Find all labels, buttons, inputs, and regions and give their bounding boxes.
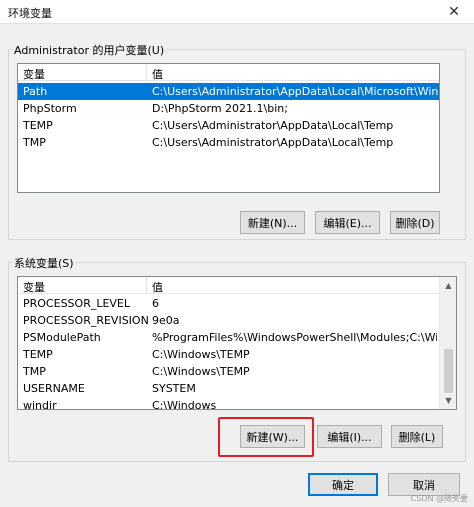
var-value: C:\Users\Administrator\AppData\Local\Tem… [152, 136, 394, 149]
system-vars-label: 系统变量(S) [12, 255, 76, 271]
ok-button[interactable]: 确定 [308, 473, 378, 496]
var-value: 9e0a [152, 314, 180, 327]
system-var-row-windir[interactable]: windir C:\Windows [18, 397, 456, 410]
system-delete-button[interactable]: 删除(L) [391, 425, 443, 448]
var-value: %ProgramFiles%\WindowsPowerShell\Modules… [152, 331, 437, 344]
system-vars-header: 变量 值 [18, 277, 456, 294]
user-var-row-phpstorm[interactable]: PhpStorm D:\PhpStorm 2021.1\bin; [18, 100, 439, 117]
highlight-annotation [218, 417, 314, 457]
watermark: CSDN @随笑要 [410, 494, 468, 503]
system-var-row-processor-revision[interactable]: PROCESSOR_REVISION 9e0a [18, 312, 456, 329]
system-var-row-tmp[interactable]: TMP C:\Windows\TEMP [18, 363, 456, 380]
var-name: PhpStorm [23, 102, 77, 115]
user-vars-label: Administrator 的用户变量(U) [12, 42, 167, 58]
user-vars-header: 变量 值 [18, 64, 439, 81]
var-value: C:\Windows\TEMP [152, 365, 250, 378]
window-title: 环境变量 [8, 7, 52, 20]
column-separator[interactable] [146, 277, 147, 294]
user-var-row-path[interactable]: Path C:\Users\Administrator\AppData\Loca… [18, 83, 439, 100]
var-value: C:\Users\Administrator\AppData\Local\Mic… [152, 85, 438, 98]
title-bar: 环境变量 ✕ [0, 0, 474, 24]
user-delete-button[interactable]: 删除(D) [390, 211, 440, 234]
var-name: TEMP [23, 348, 53, 361]
var-value: D:\PhpStorm 2021.1\bin; [152, 102, 288, 115]
var-name: TEMP [23, 119, 53, 132]
var-value: C:\Windows [152, 399, 217, 410]
vertical-scrollbar[interactable]: ▲ ▼ [439, 277, 456, 409]
user-var-row-tmp[interactable]: TMP C:\Users\Administrator\AppData\Local… [18, 134, 439, 151]
var-value: 6 [152, 297, 159, 310]
scroll-up-icon[interactable]: ▲ [440, 277, 456, 294]
scroll-down-icon[interactable]: ▼ [440, 392, 456, 409]
system-var-row-username[interactable]: USERNAME SYSTEM [18, 380, 456, 397]
var-name: windir [23, 399, 57, 410]
user-vars-list[interactable]: 变量 值 Path C:\Users\Administrator\AppData… [17, 63, 440, 193]
column-header-name[interactable]: 变量 [23, 66, 45, 82]
close-icon[interactable]: ✕ [434, 0, 474, 24]
var-value: C:\Windows\TEMP [152, 348, 250, 361]
user-var-row-temp[interactable]: TEMP C:\Users\Administrator\AppData\Loca… [18, 117, 439, 134]
column-header-name[interactable]: 变量 [23, 279, 45, 295]
scrollbar-thumb[interactable] [444, 349, 453, 393]
var-name: PROCESSOR_REVISION [23, 314, 148, 327]
system-var-row-psmodulepath[interactable]: PSModulePath %ProgramFiles%\WindowsPower… [18, 329, 456, 346]
var-name: TMP [23, 365, 46, 378]
column-header-value[interactable]: 值 [152, 279, 163, 295]
var-name: PROCESSOR_LEVEL [23, 297, 131, 310]
system-vars-list[interactable]: 变量 值 PROCESSOR_LEVEL 6 PROCESSOR_REVISIO… [17, 276, 457, 410]
var-value: SYSTEM [152, 382, 196, 395]
column-header-value[interactable]: 值 [152, 66, 163, 82]
var-name: Path [23, 85, 48, 98]
user-edit-button[interactable]: 编辑(E)... [315, 211, 380, 234]
var-name: USERNAME [23, 382, 85, 395]
system-var-row-temp[interactable]: TEMP C:\Windows\TEMP [18, 346, 456, 363]
user-new-button[interactable]: 新建(N)... [240, 211, 305, 234]
var-name: PSModulePath [23, 331, 101, 344]
system-edit-button[interactable]: 编辑(I)... [317, 425, 382, 448]
var-value: C:\Users\Administrator\AppData\Local\Tem… [152, 119, 394, 132]
system-var-row-processor-level[interactable]: PROCESSOR_LEVEL 6 [18, 295, 456, 312]
var-name: TMP [23, 136, 46, 149]
column-separator[interactable] [146, 64, 147, 81]
